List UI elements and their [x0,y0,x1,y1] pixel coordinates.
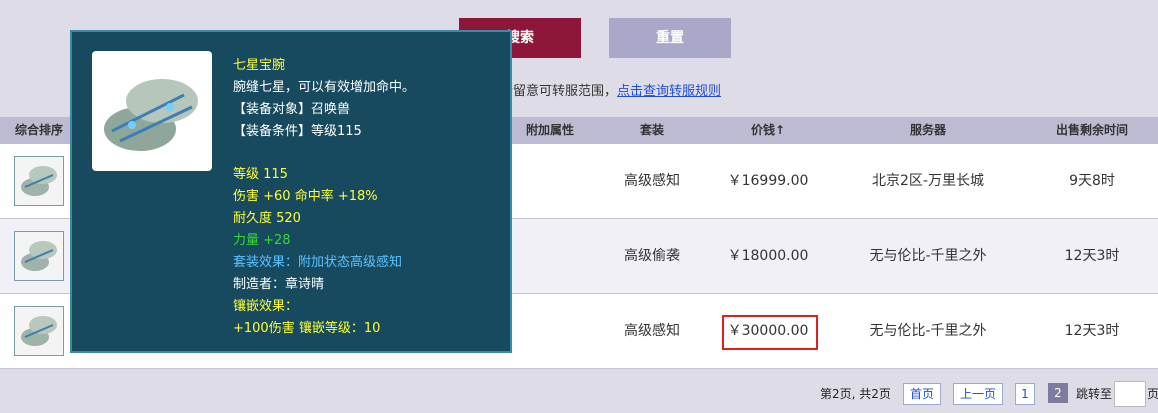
item-stats: 伤害 +60 命中率 +18% [233,189,378,204]
page-suffix: 页 [1147,387,1158,401]
wristguard-icon [21,241,57,271]
jump-page-input[interactable] [1114,381,1146,407]
item-image [92,51,212,171]
item-name: 七星宝腕 [233,58,286,73]
item-description: 腕缝七星，可以有效增加命中。 [233,80,416,95]
item-thumbnail[interactable] [14,231,64,281]
price-highlight-box [722,315,818,350]
set-cell: 高级偷袭 [624,248,680,264]
header-attributes: 附加属性 [525,123,574,137]
server-cell: 无与伦比-千里之外 [869,323,987,339]
prev-page-button[interactable]: 上一页 [953,383,1003,405]
header-sort[interactable]: 综合排序 [0,117,78,144]
time-left-cell: 9天8时 [1069,173,1115,189]
transfer-rules-link[interactable]: 点击查询转服规则 [617,84,721,99]
price-cell: ￥18000.00 [727,248,809,264]
item-strength: 力量 +28 [233,233,291,248]
item-durability: 耐久度 520 [233,211,301,226]
equip-target: 【装备对象】召唤兽 [233,102,351,117]
price-cell: ￥16999.00 [727,173,809,189]
time-left-cell: 12天3时 [1064,323,1120,339]
set-cell: 高级感知 [624,173,680,189]
item-maker: 制造者：章诗晴 [233,277,325,292]
item-thumbnail[interactable] [14,156,64,206]
header-price[interactable]: 价钱↑ [718,117,818,144]
header-set: 套装 [639,123,664,137]
wristguard-icon [104,79,198,151]
header-time-left: 出售剩余时间 [1055,123,1128,137]
equip-condition: 【装备条件】等级115 [233,124,362,139]
set-effect: 套装效果：附加状态高级感知 [233,255,403,270]
reset-button[interactable]: 重置 [609,18,731,58]
item-tooltip: 七星宝腕 腕缝七星，可以有效增加命中。 【装备对象】召唤兽 【装备条件】等级11… [70,30,512,353]
notice-text: 请留意可转服范围， [500,84,618,99]
wristguard-icon [21,316,57,346]
inlay-title: 镶嵌效果： [233,299,299,314]
current-page: 2 [1048,383,1068,403]
item-level: 等级 115 [233,167,288,182]
transfer-notice: 请留意可转服范围，点击查询转服规则 [500,80,721,99]
server-cell: 北京2区-万里长城 [872,173,984,189]
page-1-button[interactable]: 1 [1015,383,1035,405]
jump-label: 跳转至 [1076,387,1113,401]
time-left-cell: 12天3时 [1064,248,1120,264]
wristguard-icon [21,166,57,196]
header-server: 服务器 [909,123,946,137]
page-info: 第2页, 共2页 [820,387,891,401]
server-cell: 无与伦比-千里之外 [869,248,987,264]
first-page-button[interactable]: 首页 [903,383,941,405]
item-thumbnail[interactable] [14,306,64,356]
inlay-effect: +100伤害 镶嵌等级：10 [233,321,381,336]
set-cell: 高级感知 [624,323,680,339]
